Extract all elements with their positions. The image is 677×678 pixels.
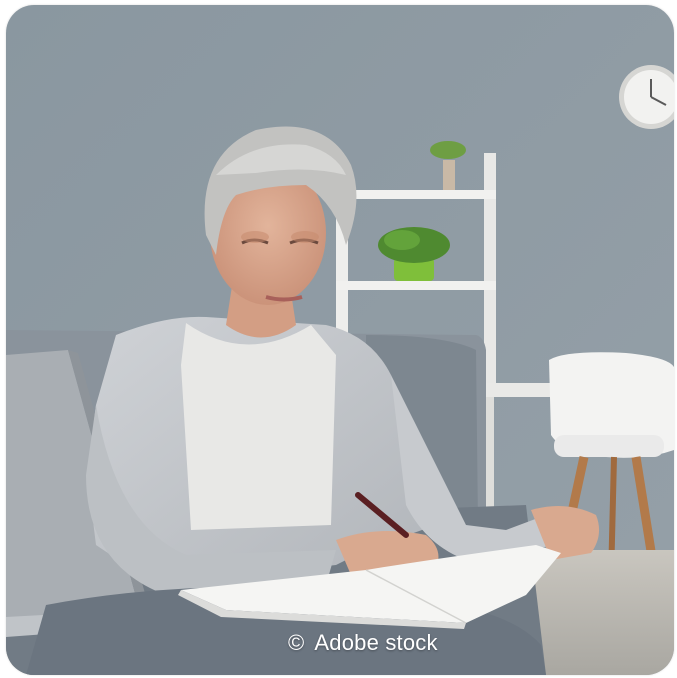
photo-credit: © Adobe stock: [288, 630, 438, 656]
photo-woman-writing: [6, 5, 674, 675]
copyright-symbol: ©: [288, 630, 305, 655]
photo-frame: © Adobe stock: [6, 5, 674, 675]
credit-text: Adobe stock: [314, 630, 438, 655]
